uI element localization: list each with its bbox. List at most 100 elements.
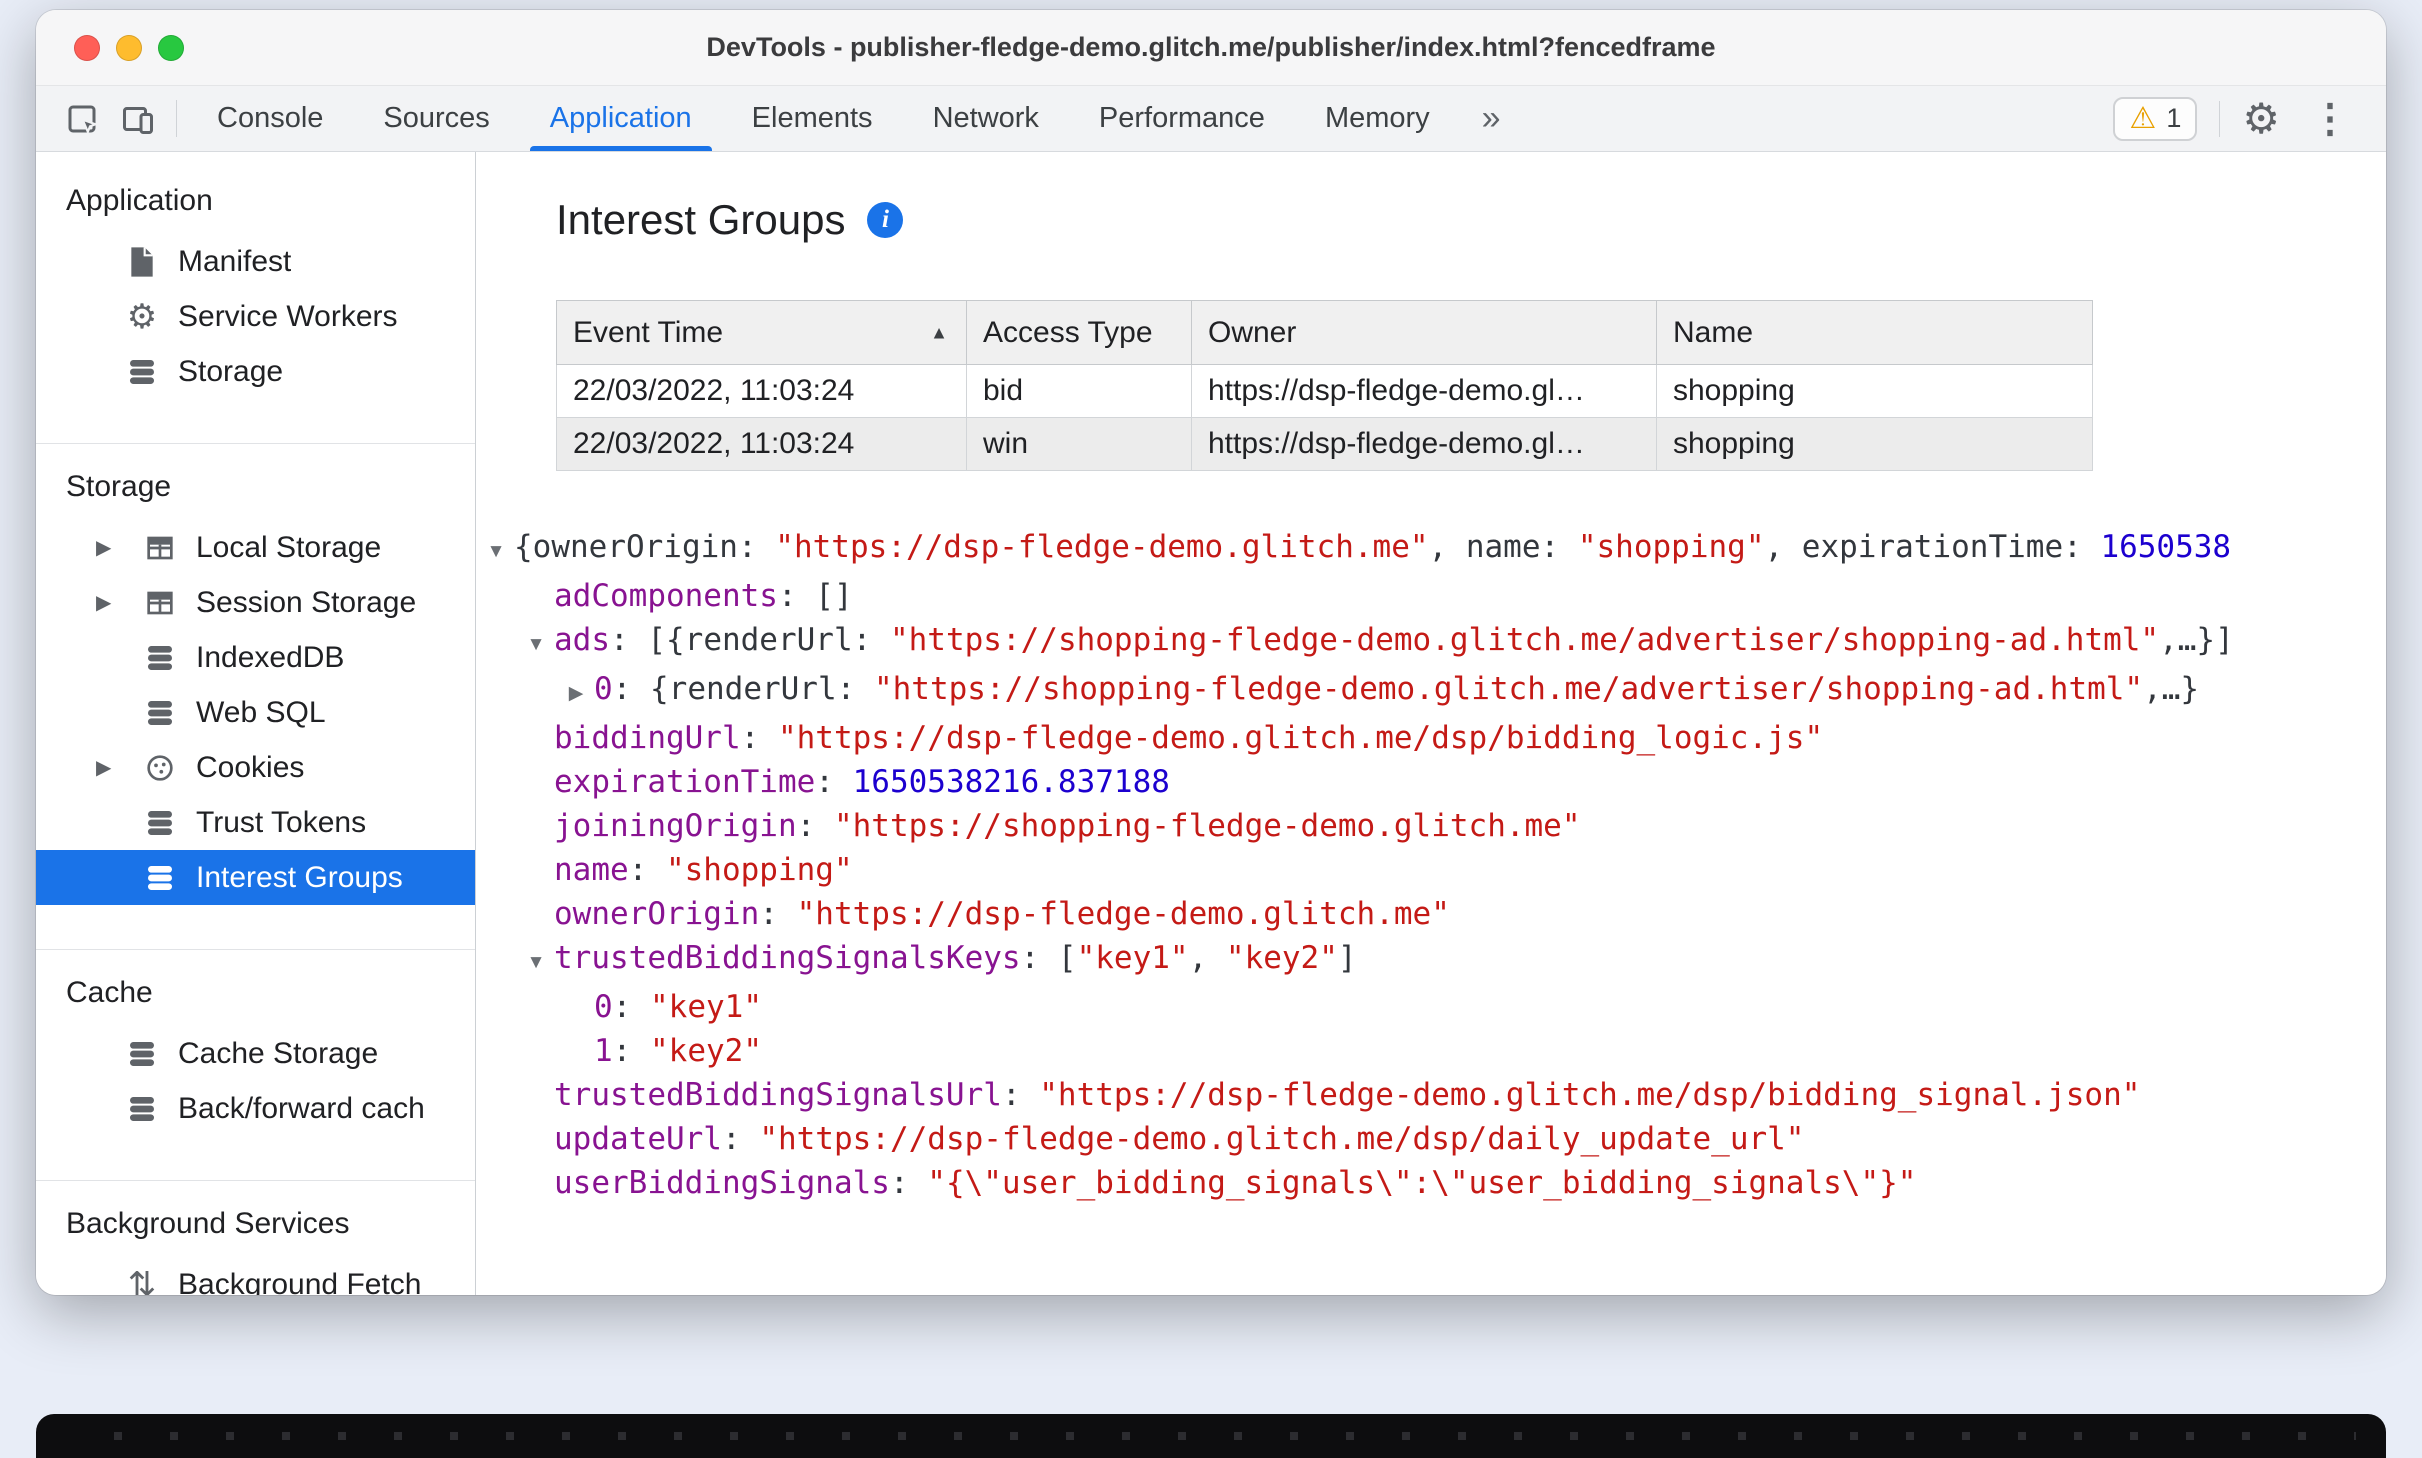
sidebar-item-storage[interactable]: Storage — [36, 344, 475, 399]
collapse-arrow-icon[interactable]: ▼ — [518, 941, 554, 985]
string-value: "https://dsp-fledge-demo.glitch.me/dsp/b… — [1039, 1077, 2141, 1113]
tree-line: ownerOrigin: "https://dsp-fledge-demo.gl… — [476, 892, 2386, 936]
table-icon — [140, 583, 180, 623]
tree-line: ▼ {ownerOrigin: "https://dsp-fledge-demo.… — [476, 525, 2386, 574]
property-name: trustedBiddingSignalsUrl — [554, 1077, 1002, 1113]
sidebar-item-local-storage[interactable]: ▶ Local Storage — [36, 520, 475, 575]
property-name: userBiddingSignals — [554, 1165, 890, 1201]
tree-line: biddingUrl: "https://dsp-fledge-demo.gli… — [476, 716, 2386, 760]
collapse-arrow-icon[interactable]: ▼ — [518, 623, 554, 667]
sidebar-item-interest-groups[interactable]: Interest Groups — [36, 850, 475, 905]
column-header-owner[interactable]: Owner — [1191, 300, 1657, 365]
sidebar-item-manifest[interactable]: Manifest — [36, 234, 475, 289]
device-toolbar-button[interactable] — [110, 86, 166, 151]
column-header-event-time[interactable]: Event Time ▲ — [556, 300, 967, 365]
punctuation: : — [721, 1121, 760, 1157]
column-header-name[interactable]: Name — [1656, 300, 2093, 365]
punctuation: ,…}] — [2159, 622, 2234, 658]
string-value: "https://dsp-fledge-demo.glitch.me/dsp/b… — [777, 720, 1824, 756]
tab-console[interactable]: Console — [187, 86, 353, 151]
sidebar-item-label: Trust Tokens — [196, 805, 367, 839]
sidebar-section-background-services: Background Services ⇅ Background Fetch — [36, 1180, 475, 1295]
sidebar-item-background-fetch[interactable]: ⇅ Background Fetch — [36, 1257, 475, 1296]
string-value: "https://dsp-fledge-demo.glitch.me/dsp/d… — [759, 1121, 1805, 1157]
tree-line: trustedBiddingSignalsUrl: "https://dsp-f… — [476, 1073, 2386, 1117]
tree-line: userBiddingSignals: "{\"user_bidding_sig… — [476, 1161, 2386, 1205]
page-title: Interest Groups — [556, 196, 846, 243]
tab-network[interactable]: Network — [903, 86, 1069, 151]
tab-performance[interactable]: Performance — [1069, 86, 1295, 151]
string-value: "key2" — [1225, 940, 1338, 976]
zoom-button[interactable] — [158, 34, 184, 61]
punctuation: : — [740, 720, 778, 756]
punctuation: : — [759, 896, 797, 932]
string-value: "key1" — [1076, 940, 1189, 976]
sidebar-item-indexeddb[interactable]: IndexedDB — [36, 630, 475, 685]
expand-arrow-icon[interactable]: ▶ — [96, 590, 140, 615]
table-header-row: Event Time ▲ Access Type Owner Name — [556, 300, 2093, 365]
traffic-lights — [74, 10, 184, 85]
string-value: "{\"user_bidding_signals\":\"user_biddin… — [927, 1165, 1917, 1201]
property-name: name — [554, 852, 629, 888]
expand-arrow-icon[interactable]: ▶ — [96, 535, 140, 560]
string-value: "shopping" — [1577, 529, 1765, 565]
panel-tabs: Console Sources Application Elements Net… — [187, 86, 1460, 151]
sidebar-item-label: Background Fetch — [178, 1267, 422, 1296]
punctuation: ] — [1337, 940, 1357, 976]
inspect-cursor-icon — [68, 105, 99, 135]
sidebar-item-label: Web SQL — [196, 695, 326, 729]
property-name: trustedBiddingSignalsKeys — [554, 940, 1021, 976]
gear-icon: ⚙ — [2242, 94, 2280, 142]
table-row[interactable]: 22/03/2022, 11:03:24 bid https://dsp-fle… — [556, 364, 2093, 418]
sidebar-item-label: IndexedDB — [196, 640, 345, 674]
cell-event-time: 22/03/2022, 11:03:24 — [556, 417, 967, 471]
expand-arrow-icon[interactable]: ▶ — [96, 755, 140, 780]
inspect-element-button[interactable] — [54, 86, 110, 151]
collapse-arrow-icon[interactable]: ▼ — [478, 530, 514, 574]
tree-line: ▶ 0: {renderUrl: "https://shopping-fledge… — [476, 667, 2386, 716]
sidebar-item-session-storage[interactable]: ▶ Session Storage — [36, 575, 475, 630]
tab-elements[interactable]: Elements — [722, 86, 903, 151]
titlebar: DevTools - publisher-fledge-demo.glitch.… — [36, 10, 2386, 86]
more-tabs-button[interactable]: » — [1460, 86, 1523, 151]
toolbar-separator — [2219, 100, 2221, 137]
cell-event-time: 22/03/2022, 11:03:24 — [556, 364, 967, 418]
info-icon[interactable]: i — [867, 202, 904, 238]
tree-line: ▼ ads: [{renderUrl: "https://shopping-fle… — [476, 618, 2386, 667]
string-value: "key2" — [650, 1033, 762, 1069]
minimize-button[interactable] — [116, 34, 142, 61]
settings-button[interactable]: ⚙ — [2242, 94, 2280, 142]
sidebar-item-label: Interest Groups — [196, 860, 403, 894]
close-button[interactable] — [74, 34, 100, 61]
sidebar-item-cache-storage[interactable]: Cache Storage — [36, 1026, 475, 1081]
panel-heading-row: Interest Groups i — [556, 192, 2386, 248]
sidebar-section-cache: Cache Cache Storage Back/forward cach — [36, 949, 475, 1180]
property-name: joiningOrigin — [554, 808, 797, 844]
column-header-access-type[interactable]: Access Type — [966, 300, 1192, 365]
sidebar-item-cookies[interactable]: ▶ Cookies — [36, 740, 475, 795]
cookie-icon — [140, 748, 180, 788]
tree-line: updateUrl: "https://dsp-fledge-demo.glit… — [476, 1117, 2386, 1161]
sidebar-item-web-sql[interactable]: Web SQL — [36, 685, 475, 740]
sidebar-item-trust-tokens[interactable]: Trust Tokens — [36, 795, 475, 850]
tab-memory[interactable]: Memory — [1295, 86, 1460, 151]
property-name: 1 — [594, 1033, 613, 1069]
devtools-menu-button[interactable]: ⋮ — [2302, 99, 2358, 139]
toolbar-separator — [176, 100, 177, 137]
expand-arrow-icon[interactable]: ▶ — [558, 672, 594, 716]
number-value: 1650538216.837188 — [852, 764, 1170, 800]
devtools-toolbar: Console Sources Application Elements Net… — [36, 86, 2386, 152]
console-warnings-badge[interactable]: ⚠ 1 — [2113, 96, 2198, 141]
punctuation: ,…} — [2143, 671, 2200, 707]
tree-line: joiningOrigin: "https://shopping-fledge-… — [476, 804, 2386, 848]
sidebar-item-service-workers[interactable]: ⚙ Service Workers — [36, 289, 475, 344]
table-row[interactable]: 22/03/2022, 11:03:24 win https://dsp-fle… — [556, 417, 2093, 471]
database-icon — [140, 693, 180, 733]
warning-triangle-icon: ⚠ — [2129, 101, 2157, 135]
json-tree: ▼ {ownerOrigin: "https://dsp-fledge-demo.… — [476, 525, 2386, 1205]
sidebar-item-back-forward-cache[interactable]: Back/forward cach — [36, 1081, 475, 1136]
cell-access-type: bid — [966, 364, 1192, 418]
tab-application[interactable]: Application — [520, 86, 722, 151]
warning-count: 1 — [2166, 103, 2182, 133]
tab-sources[interactable]: Sources — [353, 86, 519, 151]
